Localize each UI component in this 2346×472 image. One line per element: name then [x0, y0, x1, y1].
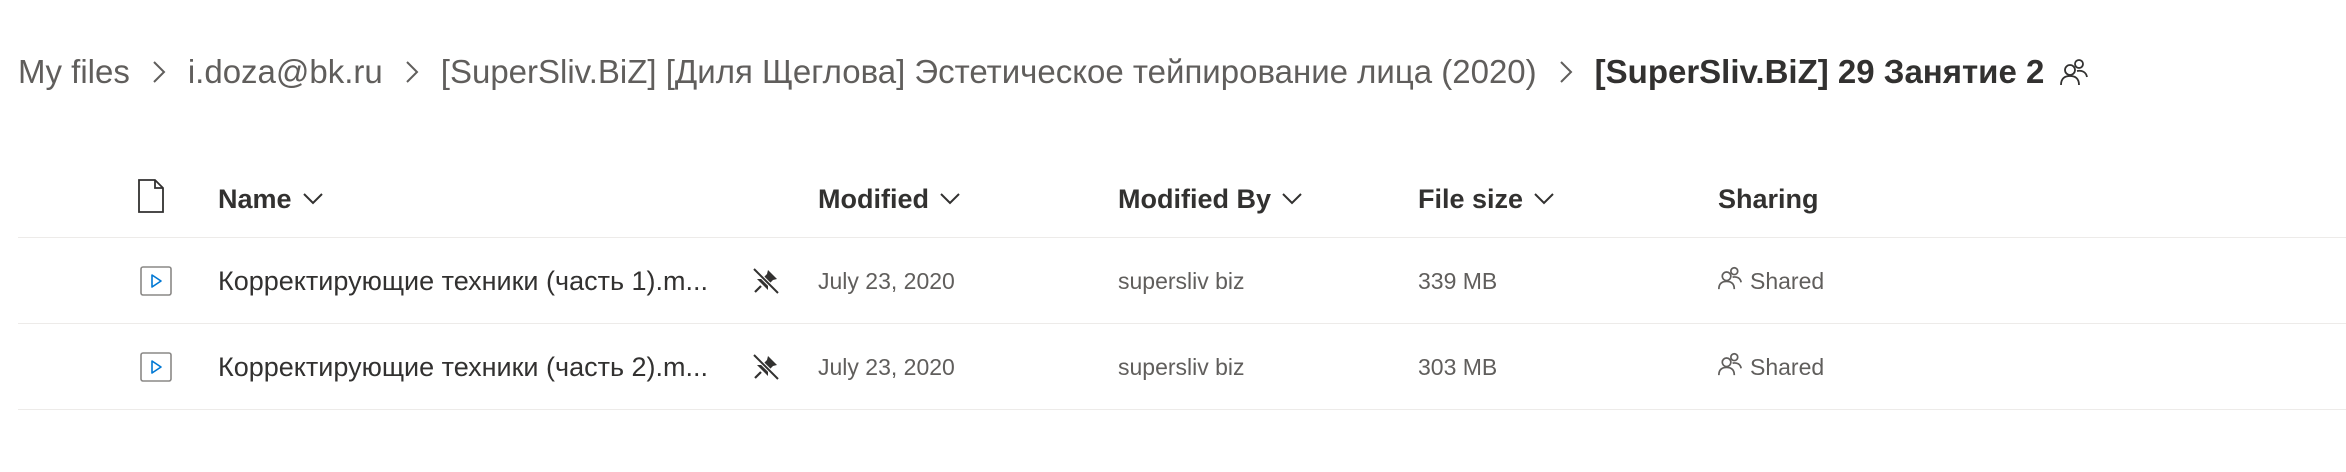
modified-by: supersliv biz	[1118, 353, 1245, 380]
modified-by: supersliv biz	[1118, 267, 1245, 294]
table-row[interactable]: Корректирующие техники (часть 1).m... Ju…	[18, 238, 2346, 324]
sharing-column-label: Sharing	[1718, 183, 1819, 214]
file-name: Корректирующие техники (часть 2).m...	[218, 351, 709, 382]
breadcrumb: My files i.doza@bk.ru [SuperSliv.BiZ] [Д…	[18, 46, 2089, 98]
modified-date: July 23, 2020	[818, 353, 955, 380]
file-size-column-header[interactable]: File size	[1418, 160, 1555, 238]
modified-column-header[interactable]: Modified	[818, 160, 961, 238]
people-icon	[1718, 266, 1742, 296]
list-header: Name Modified Modified By File size Shar…	[18, 160, 2346, 238]
file-name-link[interactable]: Корректирующие техники (часть 2).m...	[218, 324, 708, 410]
file-name-link[interactable]: Корректирующие техники (часть 1).m...	[218, 238, 708, 324]
video-file-icon	[140, 238, 172, 324]
modified-date: July 23, 2020	[818, 267, 955, 294]
chevron-down-icon	[302, 192, 324, 206]
chevron-down-icon	[939, 192, 961, 206]
pin-off-icon[interactable]	[752, 238, 780, 324]
file-size-column-label: File size	[1418, 183, 1524, 214]
chevron-right-icon	[1537, 46, 1595, 98]
breadcrumb-current-folder: [SuperSliv.BiZ] 29 Занятие 2	[1594, 53, 2045, 90]
file-name: Корректирующие техники (часть 1).m...	[218, 265, 709, 296]
chevron-down-icon	[1281, 192, 1303, 206]
video-file-icon	[140, 324, 172, 410]
sharing-column-header: Sharing	[1718, 160, 1819, 238]
chevron-down-icon	[1533, 192, 1555, 206]
file-size: 303 MB	[1418, 353, 1498, 380]
sharing-label: Shared	[1750, 353, 1825, 380]
name-column-label: Name	[218, 183, 292, 214]
pin-off-icon[interactable]	[752, 324, 780, 410]
breadcrumb-my-files[interactable]: My files	[18, 46, 130, 98]
breadcrumb-account[interactable]: i.doza@bk.ru	[188, 46, 383, 98]
chevron-right-icon	[383, 46, 441, 98]
sharing-label: Shared	[1750, 267, 1825, 294]
table-row[interactable]: Корректирующие техники (часть 2).m... Ju…	[18, 324, 2346, 410]
file-size: 339 MB	[1418, 267, 1498, 294]
modified-column-label: Modified	[818, 183, 929, 214]
sharing-status[interactable]: Shared	[1718, 324, 1824, 410]
sharing-status[interactable]: Shared	[1718, 238, 1824, 324]
breadcrumb-course-folder[interactable]: [SuperSliv.BiZ] [Диля Щеглова] Эстетичес…	[441, 46, 1537, 98]
modified-by-column-label: Modified By	[1118, 183, 1271, 214]
people-icon[interactable]	[2060, 58, 2089, 86]
chevron-right-icon	[130, 46, 188, 98]
document-icon	[137, 178, 165, 220]
file-type-column-header[interactable]	[137, 160, 165, 238]
people-icon	[1718, 352, 1742, 382]
name-column-header[interactable]: Name	[218, 160, 324, 238]
modified-by-column-header[interactable]: Modified By	[1118, 160, 1303, 238]
